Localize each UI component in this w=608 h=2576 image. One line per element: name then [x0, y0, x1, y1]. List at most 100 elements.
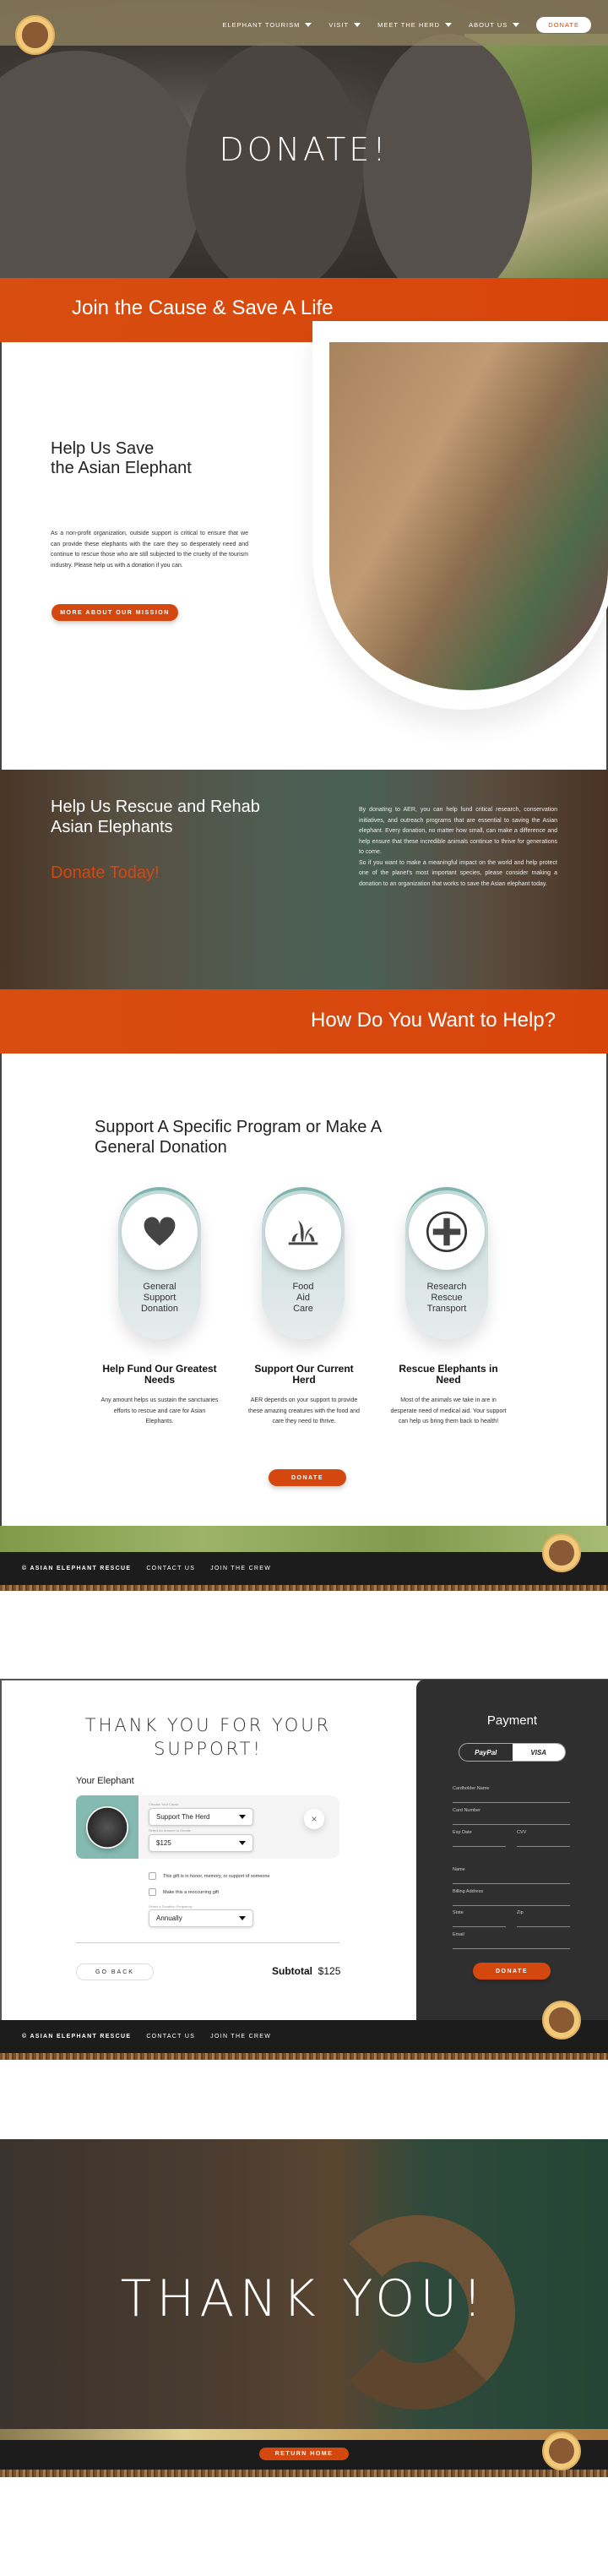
frequency-label: Select a Donation Frequency — [149, 1904, 193, 1909]
heading-line: the Asian Elephant — [51, 459, 192, 477]
nav-elephant-tourism[interactable]: ELEPHANT TOURISM — [222, 21, 312, 29]
checkbox-label: This gift is in honor, memory, or suppor… — [163, 1873, 270, 1879]
footer-join-link[interactable]: JOIN THE CREW — [210, 2034, 271, 2040]
nav-visit[interactable]: VISIT — [328, 21, 361, 29]
program-description: Rescue Elephants in Need Most of the anim… — [389, 1364, 508, 1428]
payment-method-toggle: PayPal VISA — [459, 1743, 566, 1762]
copyright: © ASIAN ELEPHANT RESCUE — [22, 2034, 132, 2040]
programs-donate-button[interactable]: DONATE — [269, 1469, 346, 1486]
footer-contact-link[interactable]: CONTACT US — [146, 2034, 195, 2040]
dirt-strip — [0, 2053, 608, 2060]
footer-logo[interactable] — [542, 1533, 581, 1572]
save-heading: Help Us Save the Asian Elephant — [51, 439, 192, 478]
dirt-strip — [0, 2470, 608, 2477]
program-body: Any amount helps us sustain the sanctuar… — [100, 1397, 219, 1424]
exp-date-field[interactable]: Exp Date — [453, 1830, 506, 1847]
footer-join-link[interactable]: JOIN THE CREW — [210, 1566, 271, 1571]
elephant-avatar — [86, 1806, 128, 1849]
name-field[interactable]: Name — [453, 1867, 570, 1884]
program-research-rescue[interactable]: Research Rescue Transport — [405, 1187, 488, 1339]
program-label: General Support Donation — [140, 1282, 179, 1314]
payment-donate-button[interactable]: DONATE — [473, 1963, 551, 1980]
gold-strip — [0, 2429, 608, 2440]
heading-line: Help Us Rescue and Rehab — [51, 798, 260, 816]
cause-label: Choose Your Cause — [149, 1802, 179, 1806]
program-food-aid[interactable]: Food Aid Care — [262, 1187, 345, 1339]
recurring-checkbox[interactable]: Make this a reoccurring gift — [149, 1888, 219, 1896]
donate-today-link[interactable]: Donate Today! — [51, 863, 160, 883]
amount-label: Select An Amount to Donate — [149, 1828, 192, 1833]
more-about-mission-button[interactable]: MORE ABOUT OUR MISSION — [52, 604, 178, 621]
chevron-down-icon — [445, 23, 453, 27]
program-title: Rescue Elephants in Need — [399, 1363, 498, 1386]
nav-donate-button[interactable]: DONATE — [536, 17, 591, 33]
heart-icon — [122, 1194, 198, 1270]
paragraph: By donating to AER, you can help fund cr… — [359, 807, 557, 855]
footer-contact-link[interactable]: CONTACT US — [146, 1566, 195, 1571]
caret-down-icon — [239, 1916, 246, 1920]
chevron-down-icon — [513, 23, 520, 27]
paragraph: So if you want to make a meaningful impa… — [359, 859, 557, 887]
nav-label: ELEPHANT TOURISM — [222, 21, 301, 29]
program-label: Food Aid Care — [292, 1282, 314, 1314]
cvv-field[interactable]: CVV — [517, 1830, 570, 1847]
billing-address-field[interactable]: Billing Address — [453, 1889, 570, 1906]
copyright: © ASIAN ELEPHANT RESCUE — [22, 1566, 132, 1571]
honor-checkbox[interactable]: This gift is in honor, memory, or suppor… — [149, 1872, 269, 1880]
program-description: Help Fund Our Greatest Needs Any amount h… — [100, 1364, 219, 1428]
remove-close-icon[interactable]: × — [304, 1809, 324, 1829]
paypal-option[interactable]: PayPal — [459, 1744, 513, 1761]
select-value: $125 — [156, 1839, 171, 1847]
main-nav: ELEPHANT TOURISM VISIT MEET THE HERD ABO… — [222, 17, 591, 33]
band-title: How Do You Want to Help? — [311, 1009, 556, 1032]
return-home-button[interactable]: RETURN HOME — [259, 2448, 349, 2460]
medical-cross-icon — [409, 1194, 485, 1270]
cause-select[interactable]: Support The Herd — [149, 1808, 253, 1826]
thank-you-title: THANK YOU! — [120, 2269, 488, 2328]
footer-logo[interactable] — [542, 2001, 581, 2040]
frequency-select[interactable]: Annually — [149, 1909, 253, 1927]
visa-option[interactable]: VISA — [512, 1744, 565, 1761]
nav-label: ABOUT US — [469, 21, 508, 29]
amount-select[interactable]: $125 — [149, 1834, 253, 1852]
program-label: Research Rescue Transport — [426, 1282, 467, 1314]
heading-line: General Donation — [95, 1138, 227, 1157]
state-field[interactable]: State — [453, 1910, 506, 1927]
checkbox[interactable] — [149, 1872, 156, 1880]
elephant-and-person-photo — [329, 342, 608, 690]
email-field[interactable]: Email — [453, 1932, 570, 1949]
elephant-card-thumb — [76, 1795, 138, 1859]
program-description: Support Our Current Herd AER depends on y… — [245, 1364, 363, 1428]
band-title: Join the Cause & Save A Life — [72, 297, 334, 319]
zip-field[interactable]: Zip — [517, 1910, 570, 1927]
logo[interactable] — [15, 15, 55, 55]
checkbox-label: Make this a reoccurring gift — [163, 1889, 220, 1895]
hero-title: DONATE! — [219, 131, 389, 168]
plant-icon — [265, 1194, 341, 1270]
select-value: Support The Herd — [156, 1813, 210, 1821]
caret-down-icon — [239, 1815, 246, 1819]
checkout-title: THANK YOU FOR YOUR SUPPORT! — [84, 1715, 332, 1759]
card-number-field[interactable]: Card Number — [453, 1808, 570, 1825]
cardholder-name-field[interactable]: Cardholder Name — [453, 1786, 570, 1803]
subtotal: Subtotal $125 — [272, 1965, 340, 1977]
divider — [76, 1942, 339, 1943]
program-title: Help Fund Our Greatest Needs — [102, 1363, 217, 1386]
checkbox[interactable] — [149, 1888, 156, 1896]
nav-meet-the-herd[interactable]: MEET THE HERD — [377, 21, 453, 29]
go-back-button[interactable]: GO BACK — [76, 1963, 154, 1980]
program-body: Most of the animals we take in are in de… — [390, 1397, 507, 1424]
program-title: Support Our Current Herd — [254, 1363, 354, 1386]
program-general-support[interactable]: General Support Donation — [118, 1187, 201, 1339]
select-value: Annually — [156, 1914, 182, 1922]
subtotal-label: Subtotal — [272, 1965, 312, 1977]
programs-heading: Support A Specific Program or Make A Gene… — [95, 1117, 382, 1157]
nav-about-us[interactable]: ABOUT US — [469, 21, 520, 29]
rescue-body: By donating to AER, you can help fund cr… — [359, 805, 557, 890]
heading-line: Asian Elephants — [51, 818, 173, 836]
caret-down-icon — [239, 1841, 246, 1845]
footer-logo[interactable] — [542, 2432, 581, 2470]
subtotal-value: $125 — [318, 1965, 341, 1977]
your-elephant-label: Your Elephant — [76, 1776, 134, 1786]
nav-label: MEET THE HERD — [377, 21, 441, 29]
